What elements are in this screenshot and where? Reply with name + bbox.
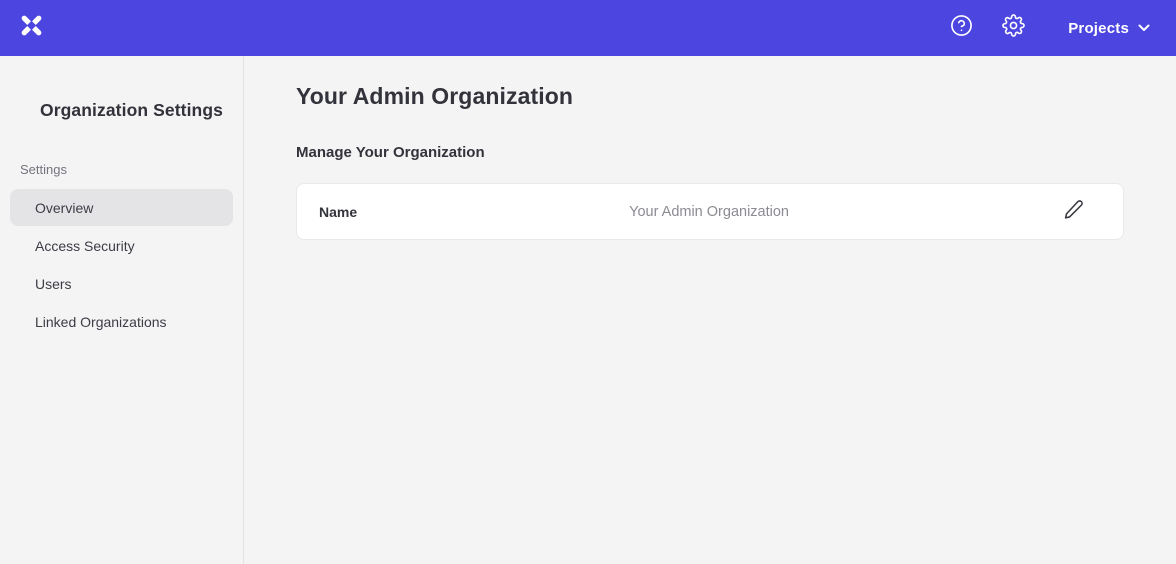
sidebar-title: Organization Settings [0,100,243,121]
topbar: Projects [0,0,1176,56]
sidebar-item-access-security[interactable]: Access Security [10,227,233,264]
sidebar-nav: Overview Access Security Users Linked Or… [0,189,243,340]
brand-logo[interactable] [18,12,45,44]
sidebar-item-users[interactable]: Users [10,265,233,302]
pencil-icon [1063,199,1084,225]
help-button[interactable] [948,15,974,41]
page-title: Your Admin Organization [296,83,1124,110]
gear-icon [1002,14,1025,42]
sidebar-item-label: Overview [35,200,93,216]
sidebar-item-linked-organizations[interactable]: Linked Organizations [10,303,233,340]
sidebar-section-label: Settings [0,162,243,177]
sidebar: Organization Settings Settings Overview … [0,56,244,564]
name-field-label: Name [319,204,357,220]
sidebar-item-overview[interactable]: Overview [10,189,233,226]
organization-name-card: Name Your Admin Organization [296,183,1124,240]
sidebar-item-label: Users [35,276,72,292]
sidebar-item-label: Linked Organizations [35,314,167,330]
main-content: Your Admin Organization Manage Your Orga… [245,56,1176,564]
section-title: Manage Your Organization [296,144,1124,161]
chevron-down-icon [1138,24,1150,32]
name-field-value: Your Admin Organization [357,204,1061,220]
mixpanel-x-logo-icon [18,12,45,44]
projects-menu[interactable]: Projects [1068,20,1150,37]
edit-name-button[interactable] [1061,200,1085,224]
help-circle-icon [950,14,973,42]
projects-menu-label: Projects [1068,20,1129,37]
sidebar-item-label: Access Security [35,238,135,254]
settings-button[interactable] [1000,15,1026,41]
